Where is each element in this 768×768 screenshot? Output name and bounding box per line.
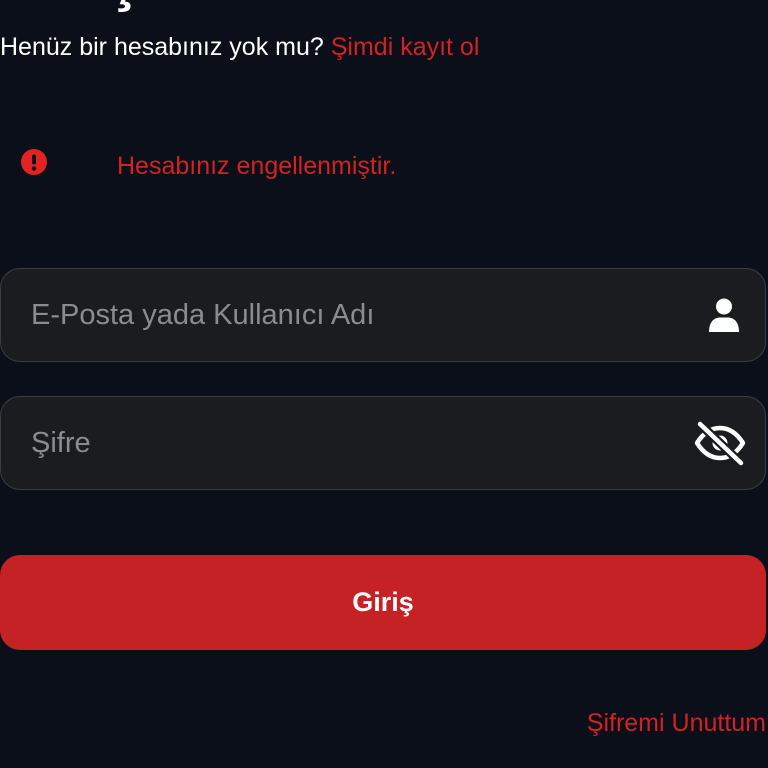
password-field[interactable] (31, 397, 671, 489)
register-prompt-text: Henüz bir hesabınız yok mu? (0, 33, 324, 61)
page-title: Giriş (0, 0, 141, 10)
register-link[interactable]: Şimdi kayıt ol (331, 33, 480, 61)
exclamation-circle-icon (21, 149, 47, 175)
login-button[interactable]: Giriş (0, 555, 766, 650)
register-prompt: Henüz bir hesabınız yok mu? Şimdi kayıt … (0, 33, 479, 62)
error-message: Hesabınız engellenmiştir. (117, 152, 397, 180)
forgot-password-link[interactable]: Şifremi Unuttum (587, 709, 766, 738)
email-field[interactable] (31, 269, 671, 361)
email-field-container (0, 268, 766, 362)
password-field-container (0, 396, 766, 490)
user-icon (707, 297, 741, 333)
eye-slash-icon[interactable] (693, 420, 747, 466)
login-page: Giriş Henüz bir hesabınız yok mu? Şimdi … (0, 0, 768, 768)
